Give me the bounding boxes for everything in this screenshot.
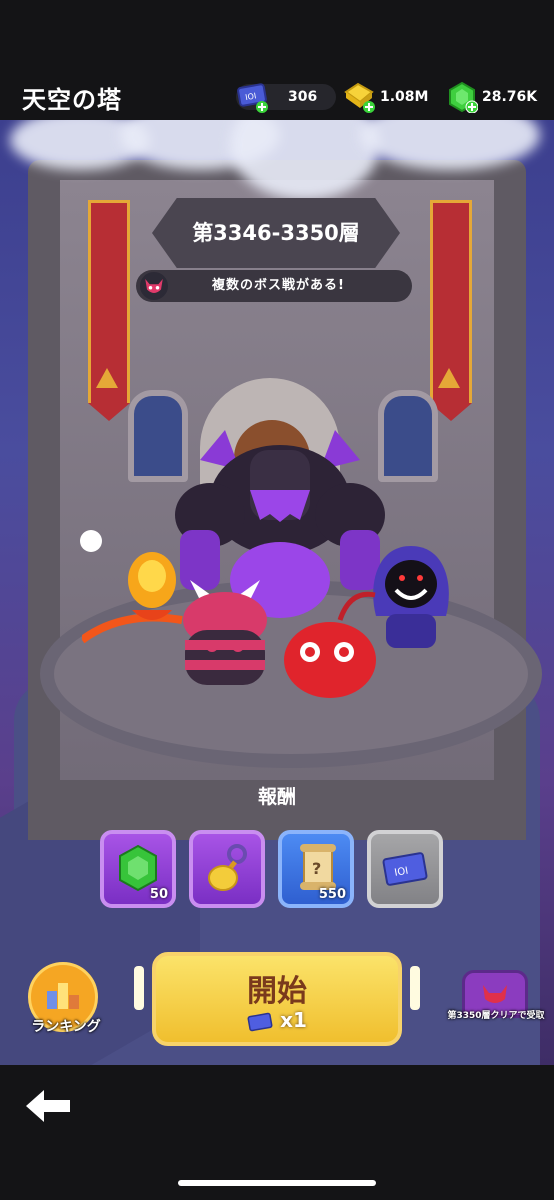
start-label: 開始 xyxy=(247,974,307,1009)
rewards-list: 50 ? 550 IOI xyxy=(100,830,443,908)
gem-counter[interactable]: 28.76K xyxy=(446,81,538,113)
right-torch xyxy=(410,966,420,1010)
gold-amount: 1.08M xyxy=(380,89,429,105)
gold-plus-icon[interactable] xyxy=(342,80,376,114)
reward-item[interactable]: 50 xyxy=(100,830,176,908)
svg-text:?: ? xyxy=(312,859,321,878)
svg-text:IOI: IOI xyxy=(394,866,409,879)
start-cost: x1 xyxy=(156,1008,398,1032)
red-slime-monster xyxy=(284,591,376,698)
reward-item[interactable] xyxy=(189,830,265,908)
ticket-icon xyxy=(247,1012,273,1031)
start-button[interactable]: 開始 x1 xyxy=(152,952,402,1046)
gold-counter[interactable]: 1.08M xyxy=(342,82,429,113)
reward-count: 50 xyxy=(149,887,168,902)
reward-chest-button[interactable]: 第3350層クリアで受取 xyxy=(446,966,546,1046)
svg-text:IOI: IOI xyxy=(245,91,257,102)
gem-plus-icon[interactable] xyxy=(446,81,478,113)
ticket-counter[interactable]: 306 IOI xyxy=(236,83,336,113)
ranking-button[interactable]: ランキング xyxy=(16,962,116,1042)
back-arrow-icon[interactable] xyxy=(22,1088,72,1124)
rewards-title: 報酬 xyxy=(257,786,296,808)
floor-range-plate: 第3346-3350層 xyxy=(152,198,400,268)
reward-item[interactable]: IOI xyxy=(367,830,443,908)
scroll-icon: ? xyxy=(300,844,336,890)
boss-demon-icon xyxy=(138,270,170,302)
reward-item[interactable]: ? 550 xyxy=(278,830,354,908)
flame-spirit-monster xyxy=(82,552,183,644)
golden-key-icon xyxy=(208,844,247,891)
boss-notice-bar: 複数のボス戦がある! xyxy=(136,270,412,302)
ranking-label: ランキング xyxy=(31,1019,101,1035)
green-gem-icon xyxy=(119,844,157,892)
reward-count: 550 xyxy=(318,887,346,902)
left-torch xyxy=(134,966,144,1010)
start-cost-value: x1 xyxy=(280,1008,307,1032)
banner-emblem-icon xyxy=(96,368,118,388)
home-indicator xyxy=(178,1180,376,1186)
floor-range: 第3346-3350層 xyxy=(192,221,360,245)
page-title: 天空の塔 xyxy=(22,86,122,114)
indicator-dot xyxy=(80,530,102,552)
chest-label: 第3350層クリアで受取 xyxy=(447,1011,545,1021)
ticket-plus-icon[interactable]: IOI xyxy=(236,80,270,114)
gem-amount: 28.76K xyxy=(482,89,538,105)
banner-emblem-icon xyxy=(438,368,460,388)
ticket-icon: IOI xyxy=(382,852,428,886)
boss-notice-text: 複数のボス戦がある! xyxy=(212,278,345,293)
top-bar: 天空の塔 306 IOI 1.08M 28.76K xyxy=(0,0,554,120)
